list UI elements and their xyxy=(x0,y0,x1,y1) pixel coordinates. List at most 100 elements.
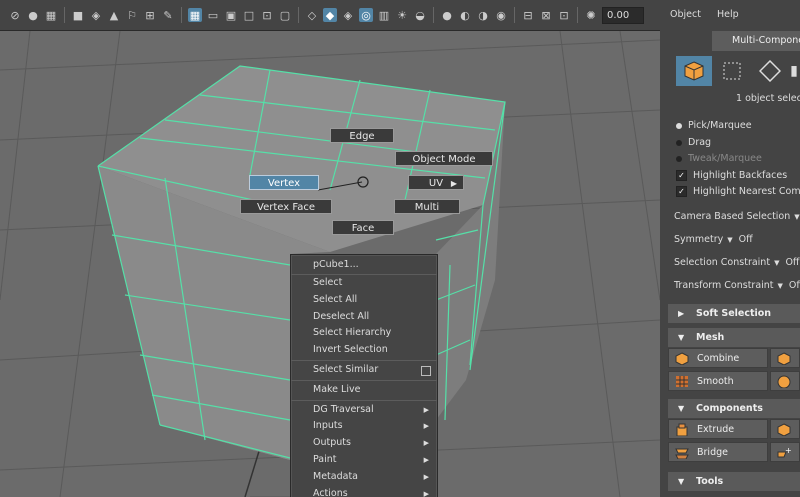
bookmark-icon[interactable]: ◈ xyxy=(89,8,103,22)
context-menu-item[interactable]: Deselect All xyxy=(291,309,437,326)
marking-menu-vertex-face[interactable]: Vertex Face xyxy=(240,199,332,214)
drag-tool[interactable] xyxy=(752,56,788,86)
bevel-button[interactable] xyxy=(770,419,800,439)
depth-of-field-icon[interactable]: ◉ xyxy=(494,8,508,22)
marking-menu-vertex[interactable]: Vertex xyxy=(249,175,319,190)
section-components[interactable]: ▼ Components xyxy=(668,399,800,418)
context-menu-item[interactable]: Make Live xyxy=(291,382,437,399)
context-menu-item[interactable]: Select Hierarchy xyxy=(291,325,437,342)
motion-blur-icon[interactable]: ◐ xyxy=(458,8,472,22)
radio-drag[interactable]: Drag xyxy=(676,137,711,148)
context-menu-item-select-similar[interactable]: Select Similar xyxy=(291,362,437,379)
add-divisions-button[interactable]: + xyxy=(770,442,800,462)
chevron-down-icon: ▼ xyxy=(777,282,783,290)
chevron-right-icon: ▶ xyxy=(678,309,685,318)
symmetry-dropdown[interactable]: Symmetry ▼ Off xyxy=(674,234,753,245)
marking-menu-object-mode[interactable]: Object Mode xyxy=(395,151,493,166)
safe-action-icon[interactable]: ▢ xyxy=(278,8,292,22)
marking-menu-face[interactable]: Face xyxy=(332,220,394,235)
textured-icon[interactable]: ▥ xyxy=(377,8,391,22)
shadows-icon[interactable]: ◒ xyxy=(413,8,427,22)
wireframe-on-shaded-icon[interactable]: ◈ xyxy=(341,8,355,22)
radio-tweak-marquee[interactable]: Tweak/Marquee xyxy=(676,153,762,164)
film-gate-toggle-icon[interactable]: ▭ xyxy=(206,8,220,22)
anti-aliasing-icon[interactable]: ◑ xyxy=(476,8,490,22)
section-tools[interactable]: ▼ Tools xyxy=(668,472,800,491)
gate-mask-icon[interactable]: □ xyxy=(242,8,256,22)
option-box-icon[interactable] xyxy=(421,365,431,376)
field-chart-icon[interactable]: ⊡ xyxy=(260,8,274,22)
tool-overflow-icon: ▮ xyxy=(790,63,798,79)
lock-camera-icon[interactable]: ● xyxy=(26,8,40,22)
context-menu-item-inputs[interactable]: Inputs ▶ xyxy=(291,418,437,435)
2d-pan-icon[interactable]: ⊞ xyxy=(143,8,157,22)
context-menu-item[interactable]: Select xyxy=(291,275,437,292)
xray-icon[interactable]: ◎ xyxy=(359,8,373,22)
context-menu-item-metadata[interactable]: Metadata ▶ xyxy=(291,469,437,486)
extrude-button[interactable]: Extrude xyxy=(668,419,768,439)
grid-icon[interactable]: ▦ xyxy=(188,8,202,22)
checkbox-highlight-backfaces[interactable]: ✓ Highlight Backfaces xyxy=(676,170,787,181)
marquee-icon xyxy=(723,62,741,80)
radio-off-icon xyxy=(676,155,682,162)
marking-menu-uv[interactable]: UV ▶ xyxy=(408,175,464,190)
resolution-gate-icon[interactable]: ▣ xyxy=(224,8,238,22)
transform-constraint-dropdown[interactable]: Transform Constraint▼Off xyxy=(674,280,800,291)
marking-menu-edge[interactable]: Edge xyxy=(330,128,394,143)
combine-icon xyxy=(675,352,689,365)
object-mode-tool[interactable] xyxy=(676,56,712,86)
more-tools[interactable]: ▮ xyxy=(788,56,800,86)
exposure-icon[interactable]: ✺ xyxy=(584,8,598,22)
section-soft-selection[interactable]: ▶ Soft Selection xyxy=(668,304,800,323)
radio-pick-marquee[interactable]: Pick/Marquee xyxy=(676,120,752,131)
camera-icon[interactable]: ▲ xyxy=(107,8,121,22)
marquee-tool[interactable] xyxy=(714,56,750,86)
menu-help[interactable]: Help xyxy=(717,9,739,20)
camera-attributes-icon[interactable]: ▦ xyxy=(44,8,58,22)
separate-icon xyxy=(777,352,791,365)
checkbox-highlight-nearest[interactable]: ✓Highlight Nearest Compo xyxy=(676,186,800,197)
selection-constraint-dropdown[interactable]: Selection Constraint ▼ Off xyxy=(674,257,799,268)
section-mesh[interactable]: ▼ Mesh xyxy=(668,328,800,347)
context-menu-item[interactable]: Select All xyxy=(291,292,437,309)
bridge-button[interactable]: Bridge xyxy=(668,442,768,462)
isolate-select-icon[interactable]: ⊟ xyxy=(521,8,535,22)
exposure-field[interactable]: 0.00 xyxy=(602,6,644,24)
checkmark-icon: ✓ xyxy=(676,170,687,181)
select-camera-icon[interactable]: ⊘ xyxy=(8,8,22,22)
reduce-button[interactable] xyxy=(770,371,800,391)
xray-joints-icon[interactable]: ⊠ xyxy=(539,8,553,22)
combine-button[interactable]: Combine xyxy=(668,348,768,368)
chevron-right-icon: ▶ xyxy=(423,489,429,497)
marking-menu-multi[interactable]: Multi xyxy=(394,199,460,214)
bridge-icon xyxy=(675,448,689,459)
lights-icon[interactable]: ☀ xyxy=(395,8,409,22)
marking-menu-uv-label: UV xyxy=(428,178,444,189)
bevel-icon xyxy=(777,423,791,436)
context-menu-item-actions[interactable]: Actions ▶ xyxy=(291,486,437,497)
context-menu-header[interactable]: pCube1... xyxy=(291,255,437,275)
tab-multi-component[interactable]: Multi-Compone xyxy=(712,31,800,51)
smooth-shade-icon[interactable]: ◆ xyxy=(323,8,337,22)
camera-based-selection-dropdown[interactable]: Camera Based Selection▼O xyxy=(674,211,800,222)
chevron-down-icon: ▼ xyxy=(678,404,685,413)
3d-viewport[interactable]: ⊘ ● ▦ ■ ◈ ▲ ⚐ ⊞ ✎ ▦ ▭ ▣ □ ⊡ ▢ ◇ ◆ ◈ ◎ ▥ … xyxy=(0,0,660,497)
chevron-down-icon: ▼ xyxy=(678,333,685,342)
menu-object[interactable]: Object xyxy=(670,9,701,20)
context-menu-item-outputs[interactable]: Outputs ▶ xyxy=(291,435,437,452)
image-plane-icon[interactable]: ⚐ xyxy=(125,8,139,22)
ambient-occlusion-icon[interactable]: ● xyxy=(440,8,454,22)
chevron-right-icon: ▶ xyxy=(450,179,457,188)
wireframe-icon[interactable]: ◇ xyxy=(305,8,319,22)
selection-mode-tools: ▮ xyxy=(660,56,800,86)
grease-pencil-icon[interactable]: ✎ xyxy=(161,8,175,22)
context-menu-item-dg-traversal[interactable]: DG Traversal ▶ xyxy=(291,402,437,419)
film-gate-icon[interactable]: ■ xyxy=(71,8,85,22)
xray-active-icon[interactable]: ⊡ xyxy=(557,8,571,22)
panel-tabbar: Multi-Compone xyxy=(660,28,800,51)
separate-button[interactable] xyxy=(770,348,800,368)
context-menu-item-paint[interactable]: Paint ▶ xyxy=(291,452,437,469)
context-menu-item[interactable]: Invert Selection xyxy=(291,342,437,359)
chevron-down-icon: ▼ xyxy=(774,259,780,267)
smooth-button[interactable]: Smooth xyxy=(668,371,768,391)
